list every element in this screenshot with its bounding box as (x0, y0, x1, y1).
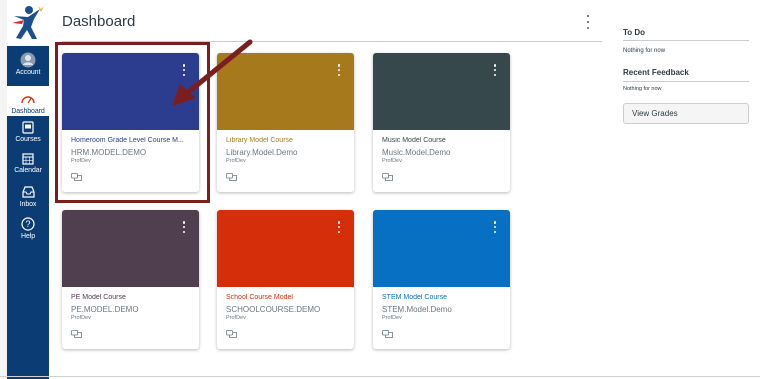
nav-label-account: Account (15, 69, 41, 76)
discussions-icon[interactable] (71, 326, 82, 344)
card-term: ProfDev (382, 315, 402, 321)
nav-item-calendar[interactable]: Calendar (7, 150, 49, 178)
card-course-name[interactable]: Music Model Course (382, 137, 446, 144)
nav-label-calendar: Calendar (14, 167, 42, 174)
card-options-icon[interactable] (493, 64, 497, 76)
course-card-school[interactable]: School Course Model SCHOOLCOURSE.DEMO Pr… (217, 210, 354, 349)
nav-item-help[interactable]: ? Help (7, 216, 49, 244)
recent-feedback-heading: Recent Feedback (623, 68, 689, 77)
nav-label-inbox: Inbox (19, 201, 37, 208)
logo-figure-icon (12, 6, 44, 39)
todo-divider (623, 40, 749, 41)
discussions-icon[interactable] (382, 169, 393, 187)
view-grades-button[interactable]: View Grades (623, 103, 749, 124)
help-icon: ? (21, 216, 35, 232)
card-course-name[interactable]: Library Model Course (226, 137, 293, 144)
card-course-name[interactable]: School Course Model (226, 294, 293, 301)
todo-empty-text: Nothing for now (623, 48, 666, 54)
svg-text:?: ? (25, 219, 30, 229)
card-hero[interactable] (373, 210, 510, 287)
card-options-icon[interactable] (337, 221, 341, 233)
course-card-music[interactable]: Music Model Course Music.Model.Demo Prof… (373, 53, 510, 192)
calendar-icon (22, 150, 34, 166)
nav-item-inbox[interactable]: Inbox (7, 184, 49, 212)
dashboard-icon (21, 91, 35, 107)
card-term: ProfDev (226, 315, 246, 321)
card-course-name[interactable]: PE Model Course (71, 294, 126, 301)
card-course-name[interactable]: STEM Model Course (382, 294, 447, 301)
card-options-icon[interactable] (182, 221, 186, 233)
discussions-icon[interactable] (382, 326, 393, 344)
account-icon (20, 52, 36, 68)
card-term: ProfDev (226, 158, 246, 164)
card-options-icon[interactable] (337, 64, 341, 76)
card-course-code: Music.Model.Demo (382, 148, 451, 157)
course-card-stem[interactable]: STEM Model Course STEM.Model.Demo ProfDe… (373, 210, 510, 349)
nav-label-courses: Courses (15, 136, 41, 143)
recent-feedback-divider (623, 81, 749, 82)
todo-heading: To Do (623, 28, 646, 37)
card-course-code: Library.Model.Demo (226, 148, 298, 157)
recent-feedback-empty-text: Nothing for now (623, 86, 662, 92)
discussions-icon[interactable] (226, 326, 237, 344)
school-logo[interactable] (7, 0, 49, 46)
page-title: Dashboard (62, 13, 136, 30)
nav-label-help: Help (21, 233, 35, 240)
card-hero[interactable] (373, 53, 510, 130)
card-term: ProfDev (71, 315, 91, 321)
annotation-arrow-icon (172, 39, 253, 106)
card-course-code: SCHOOLCOURSE.DEMO (226, 305, 321, 314)
card-options-icon[interactable] (493, 221, 497, 233)
card-course-code: PE.MODEL.DEMO (71, 305, 139, 314)
card-course-code: STEM.Model.Demo (382, 305, 452, 314)
course-card-pe[interactable]: PE Model Course PE.MODEL.DEMO ProfDev (62, 210, 199, 349)
card-hero[interactable] (62, 210, 199, 287)
bottom-divider (0, 376, 760, 377)
inbox-icon (21, 184, 35, 200)
nav-item-dashboard[interactable]: Dashboard (7, 86, 49, 116)
nav-label-dashboard: Dashboard (11, 108, 45, 115)
courses-icon (22, 119, 34, 135)
nav-item-courses[interactable]: Courses (7, 119, 49, 147)
dashboard-options-icon[interactable] (584, 15, 592, 29)
card-hero[interactable] (217, 210, 354, 287)
card-term: ProfDev (382, 158, 402, 164)
discussions-icon[interactable] (226, 169, 237, 187)
nav-item-account[interactable]: Account (7, 52, 49, 82)
